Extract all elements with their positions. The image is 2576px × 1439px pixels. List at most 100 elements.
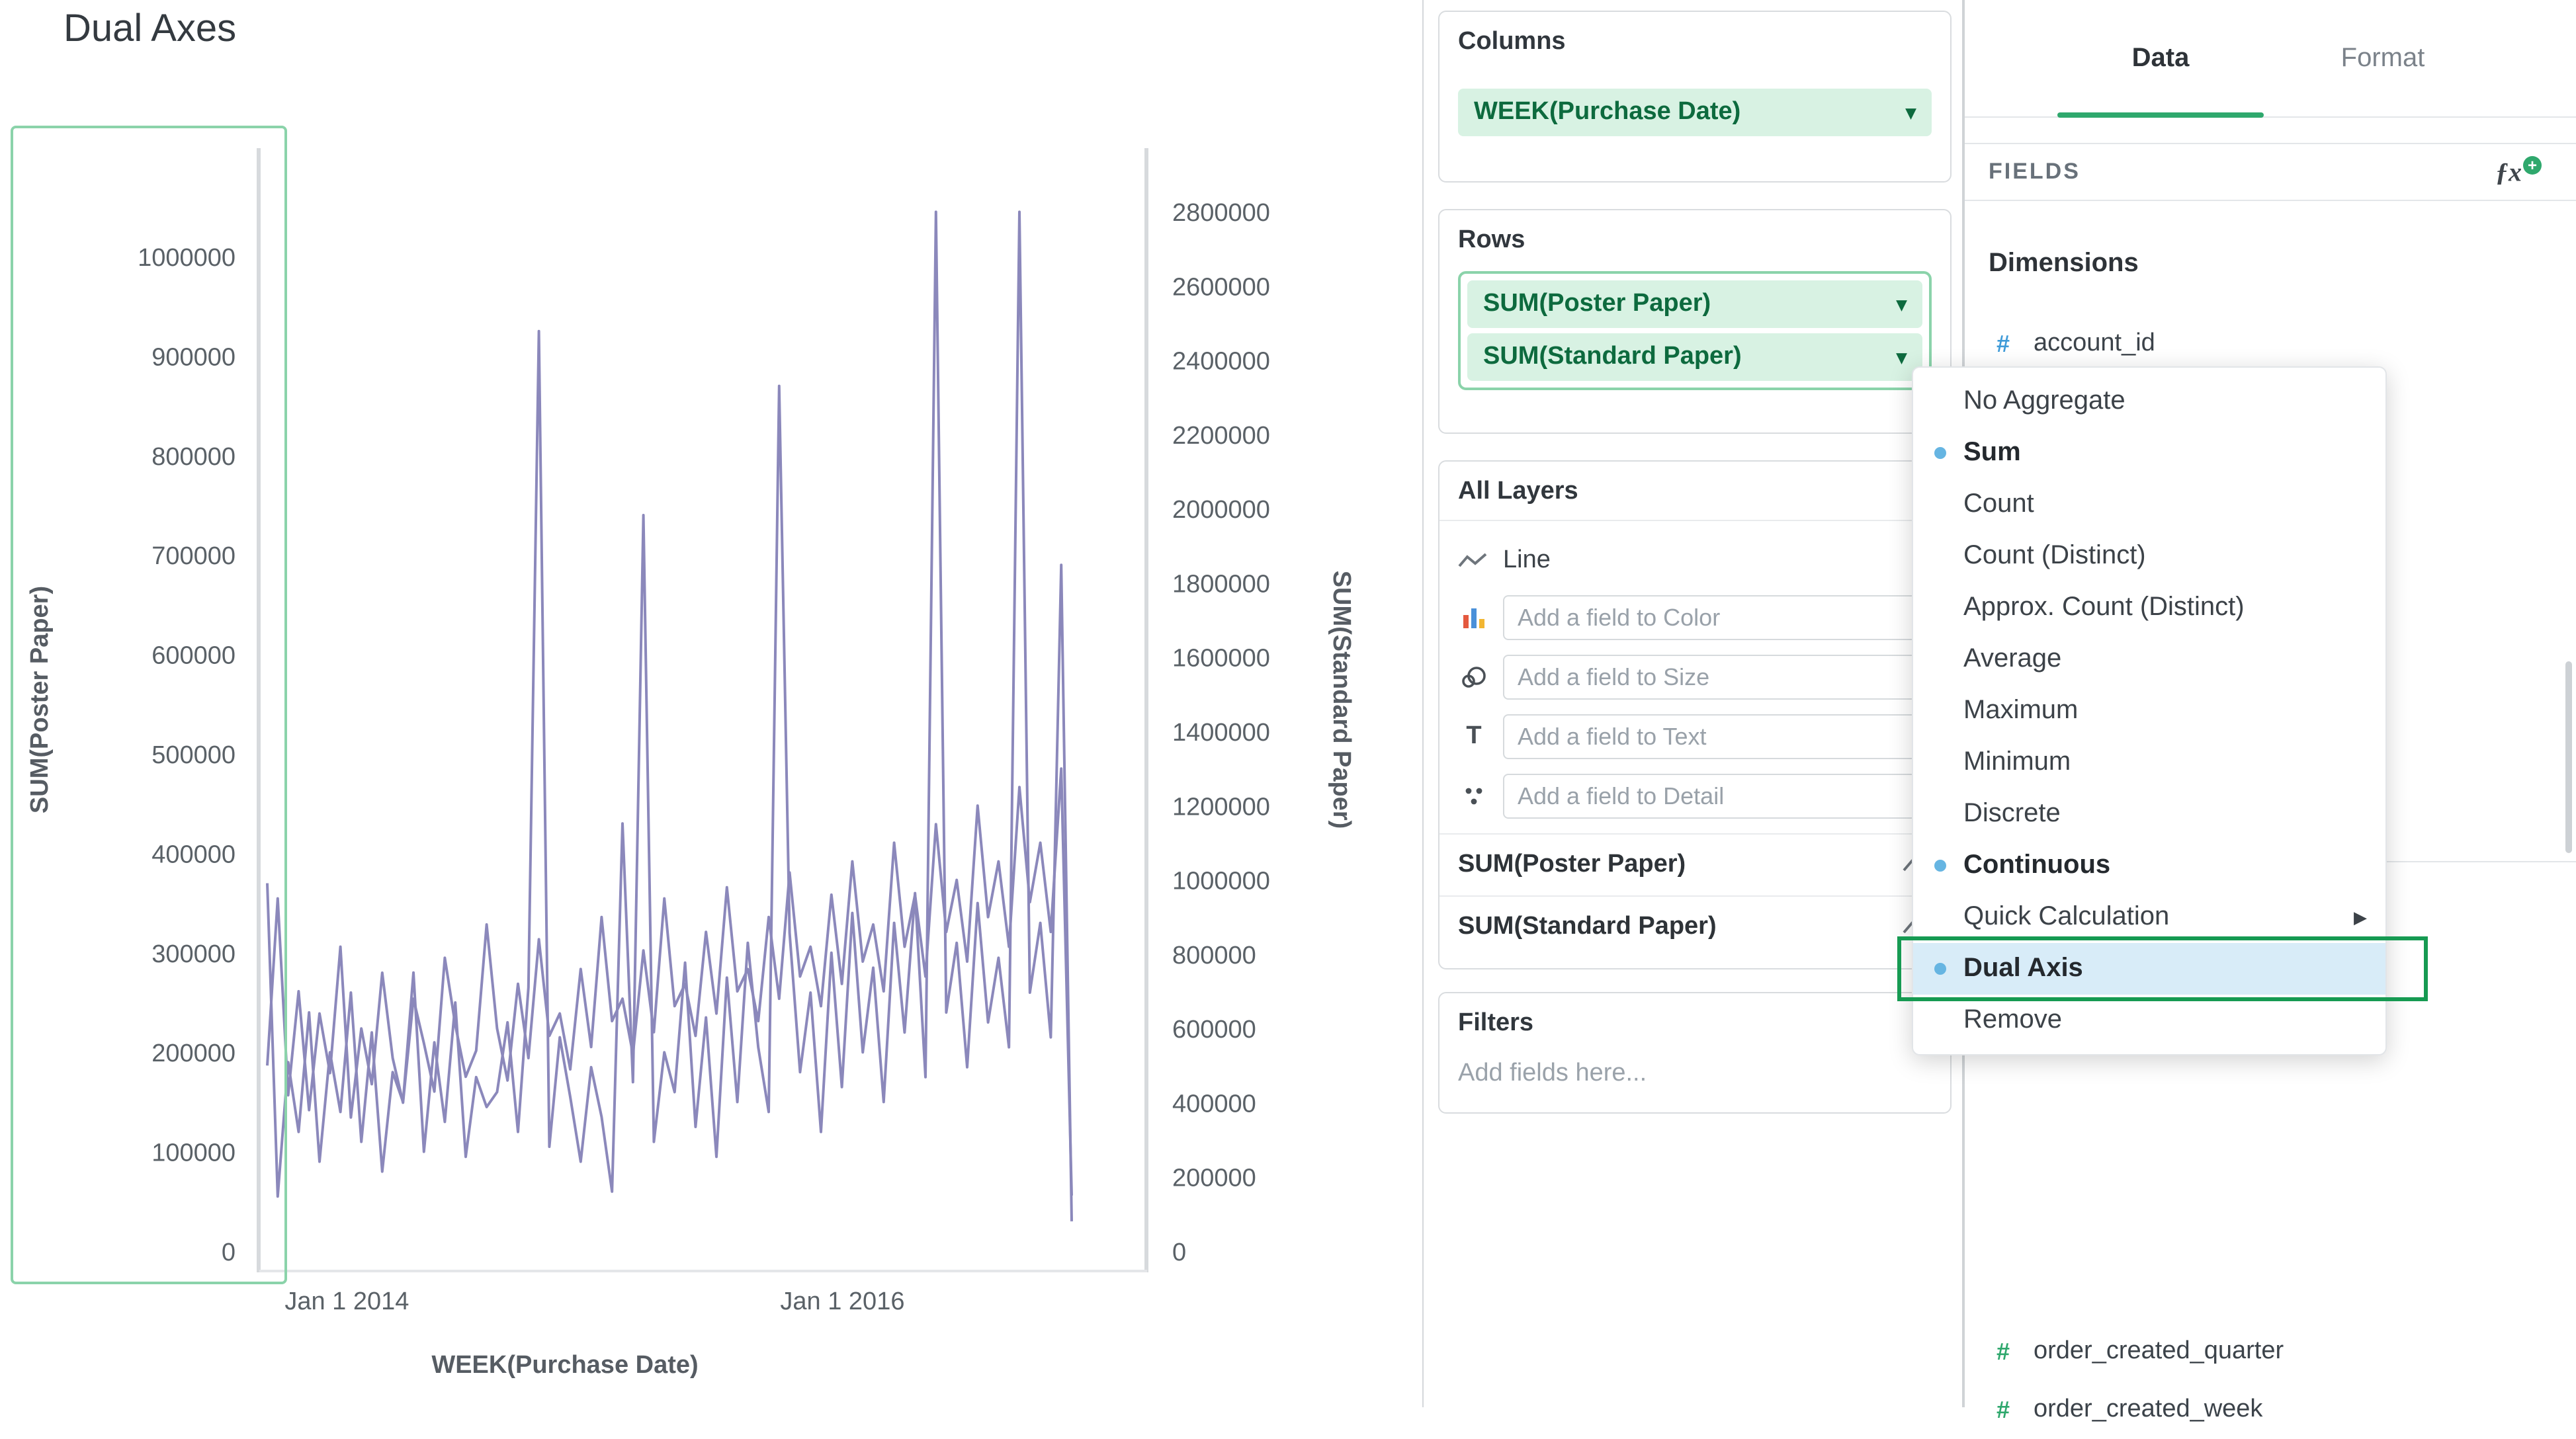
encoding-row[interactable]: SUM(Poster Paper) — [1439, 833, 1950, 895]
menu-item[interactable]: Approx. Count (Distinct) ▶ — [1913, 582, 2385, 634]
svg-text:1400000: 1400000 — [1172, 719, 1270, 747]
dual-axis-line-chart[interactable]: 0100000200000300000400000500000600000700… — [0, 0, 1422, 1407]
field-pill[interactable]: SUM(Poster Paper) ▾ — [1467, 280, 1922, 328]
dimensions-header: Dimensions — [1989, 249, 2139, 279]
svg-text:900000: 900000 — [151, 343, 236, 371]
encoding-label: SUM(Standard Paper) — [1458, 913, 1717, 942]
menu-item-label: Dual Axis — [1963, 954, 2083, 984]
rows-annotation-box: SUM(Poster Paper) ▾ SUM(Standard Paper) … — [1458, 271, 1932, 390]
detail-drop-zone — [1458, 774, 1932, 819]
menu-item[interactable]: Count (Distinct) ▶ — [1913, 530, 2385, 582]
encoding-row[interactable]: SUM(Standard Paper) — [1439, 895, 1950, 958]
menu-item[interactable]: Quick Calculation ▶ — [1913, 891, 2385, 943]
field-row[interactable]: # order_created_quarter — [1965, 1323, 2576, 1381]
columns-pill-list: WEEK(Purchase Date) ▾ — [1458, 89, 1932, 136]
filters-shelf: Filters Add fields here... — [1438, 992, 1952, 1114]
field-pill[interactable]: WEEK(Purchase Date) ▾ — [1458, 89, 1932, 136]
scrollbar-thumb[interactable] — [2565, 661, 2572, 853]
menu-item-label: No Aggregate — [1963, 386, 2125, 417]
svg-text:WEEK(Purchase Date): WEEK(Purchase Date) — [431, 1351, 698, 1379]
rows-shelf: Rows SUM(Poster Paper) ▾ SUM(Standard Pa… — [1438, 209, 1952, 434]
menu-item-label: Approx. Count (Distinct) — [1963, 593, 2245, 623]
menu-item[interactable]: Continuous ▶ — [1913, 840, 2385, 891]
detail-icon — [1458, 784, 1490, 808]
encoding-label: SUM(Poster Paper) — [1458, 850, 1686, 880]
menu-item[interactable]: Maximum ▶ — [1913, 685, 2385, 737]
menu-item-label: Maximum — [1963, 696, 2078, 726]
menu-item-label: Sum — [1963, 438, 2021, 468]
svg-text:200000: 200000 — [1172, 1165, 1256, 1192]
selected-dot-icon — [1934, 543, 1963, 569]
panel-tab[interactable]: Format — [2272, 0, 2494, 116]
text-field-input[interactable] — [1503, 714, 1932, 759]
menu-item[interactable]: Dual Axis ▶ — [1913, 943, 2385, 995]
columns-shelf: Columns WEEK(Purchase Date) ▾ — [1438, 11, 1952, 183]
svg-text:100000: 100000 — [151, 1139, 236, 1167]
selected-dot-icon — [1934, 595, 1963, 621]
svg-text:400000: 400000 — [151, 841, 236, 868]
color-field-input[interactable] — [1503, 595, 1932, 640]
chevron-down-icon[interactable]: ▾ — [1906, 101, 1916, 124]
field-pill[interactable]: SUM(Standard Paper) ▾ — [1467, 333, 1922, 381]
menu-item[interactable]: No Aggregate ▶ — [1913, 376, 2385, 427]
text-icon: T — [1458, 722, 1490, 751]
selected-dot-icon — [1934, 852, 1963, 879]
columns-header: Columns — [1458, 28, 1932, 57]
selected-dot-icon — [1934, 749, 1963, 776]
field-type-icon: # — [1989, 1396, 2018, 1424]
svg-text:1200000: 1200000 — [1172, 793, 1270, 821]
size-drop-zone — [1458, 655, 1932, 700]
size-field-input[interactable] — [1503, 655, 1932, 700]
svg-text:400000: 400000 — [1172, 1090, 1256, 1118]
field-row[interactable]: # account_id — [1965, 315, 2576, 373]
menu-item-label: Count — [1963, 489, 2034, 520]
menu-item[interactable]: Count ▶ — [1913, 479, 2385, 530]
date-fields-list: # order_created_quarter # order_created_… — [1965, 1323, 2576, 1439]
add-calculation-icon[interactable]: ƒx+ — [2495, 155, 2542, 188]
color-drop-zone — [1458, 595, 1932, 640]
svg-text:1000000: 1000000 — [1172, 868, 1270, 895]
panel-tab[interactable]: Data — [2049, 0, 2272, 116]
menu-item[interactable]: Minimum ▶ — [1913, 737, 2385, 788]
svg-text:800000: 800000 — [1172, 942, 1256, 969]
mark-type-selector[interactable]: Line — [1458, 534, 1932, 587]
fields-band-label: FIELDS — [1989, 159, 2081, 185]
field-label: account_id — [2034, 329, 2155, 358]
line-mark-icon — [1458, 552, 1487, 570]
svg-text:Jan 1 2014: Jan 1 2014 — [284, 1288, 409, 1315]
submenu-arrow-icon: ▶ — [2354, 907, 2367, 928]
menu-item-label: Continuous — [1963, 850, 2110, 881]
fields-band: FIELDS ƒx+ — [1965, 143, 2576, 201]
menu-item[interactable]: Remove ▶ — [1913, 995, 2385, 1046]
svg-text:1800000: 1800000 — [1172, 570, 1270, 598]
text-drop-zone: T — [1458, 714, 1932, 759]
field-row[interactable]: # order_created_week — [1965, 1381, 2576, 1439]
selected-dot-icon — [1934, 646, 1963, 673]
svg-text:500000: 500000 — [151, 741, 236, 769]
svg-text:800000: 800000 — [151, 443, 236, 471]
menu-item[interactable]: Average ▶ — [1913, 634, 2385, 685]
svg-text:2000000: 2000000 — [1172, 496, 1270, 524]
chevron-down-icon[interactable]: ▾ — [1897, 292, 1907, 316]
panel-tab-label: Data — [2132, 44, 2190, 73]
menu-item[interactable]: Discrete ▶ — [1913, 788, 2385, 840]
size-icon — [1458, 665, 1490, 689]
panel-tabs: Data Format — [1965, 0, 2576, 118]
menu-item-label: Remove — [1963, 1005, 2062, 1036]
menu-item-label: Average — [1963, 644, 2061, 675]
filters-header: Filters — [1458, 1009, 1932, 1038]
svg-text:2600000: 2600000 — [1172, 273, 1270, 301]
field-label: order_created_quarter — [2034, 1337, 2284, 1366]
all-layers-header: All Layers — [1458, 477, 1932, 507]
selected-dot-icon — [1934, 388, 1963, 415]
plus-icon: + — [2523, 155, 2542, 174]
menu-item[interactable]: Sum ▶ — [1913, 427, 2385, 479]
selected-dot-icon — [1934, 956, 1963, 982]
svg-text:300000: 300000 — [151, 940, 236, 968]
filters-placeholder[interactable]: Add fields here... — [1458, 1059, 1932, 1089]
svg-text:1000000: 1000000 — [138, 244, 236, 272]
detail-field-input[interactable] — [1503, 774, 1932, 819]
shelf-pane: Columns WEEK(Purchase Date) ▾ Rows SUM(P… — [1422, 0, 1963, 1407]
chevron-down-icon[interactable]: ▾ — [1897, 345, 1907, 369]
selected-dot-icon — [1934, 698, 1963, 724]
